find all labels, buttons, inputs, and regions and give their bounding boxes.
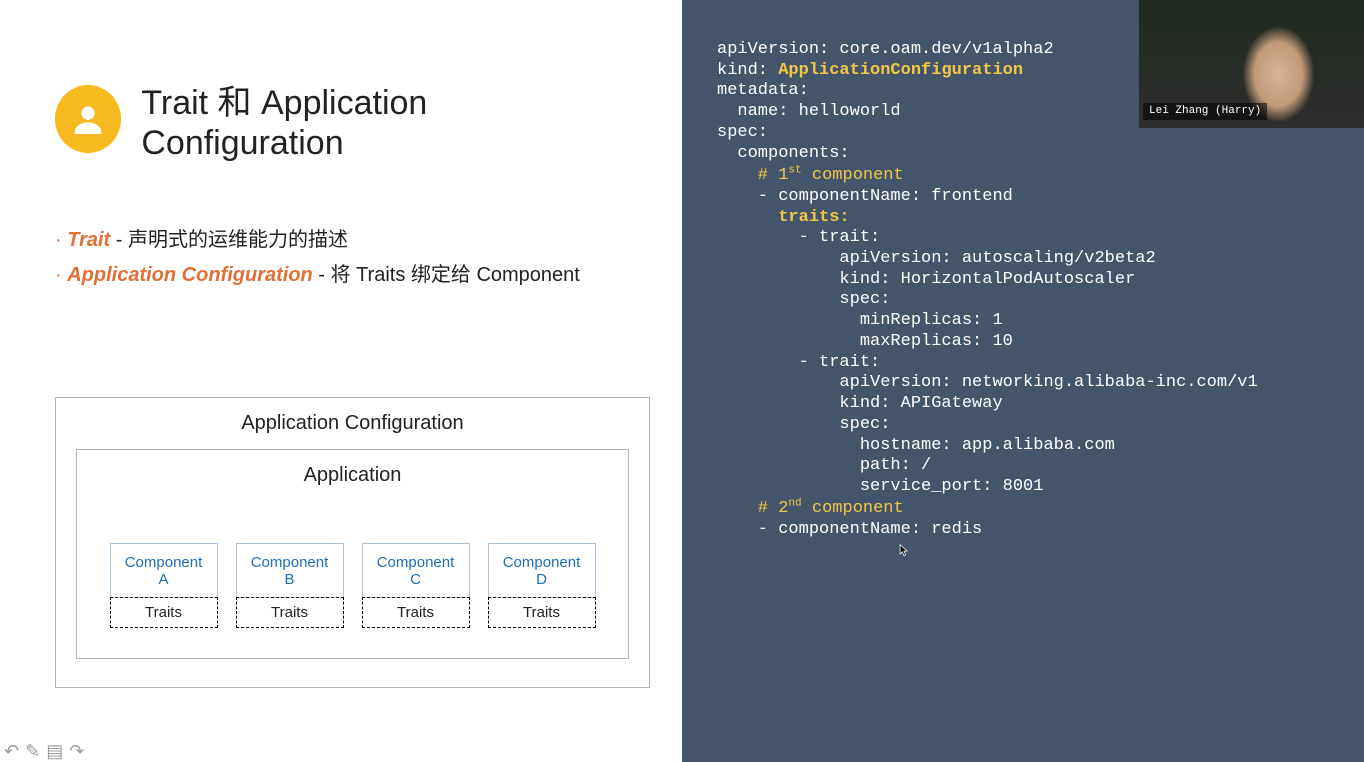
traits-label: Traits <box>362 597 470 628</box>
yaml-line: apiVersion: core.oam.dev/v1alpha2 <box>717 40 1054 59</box>
yaml-panel: apiVersion: core.oam.dev/v1alpha2 kind: … <box>682 0 1364 762</box>
traits-label: Traits <box>236 597 344 628</box>
bullet-item: · Application Configuration - 将 Traits 绑… <box>55 258 627 287</box>
yaml-line: - trait: <box>717 353 880 372</box>
diagram-outer-title: Application Configuration <box>76 412 629 435</box>
user-icon <box>55 85 121 153</box>
yaml-line: spec: <box>717 290 890 309</box>
yaml-line: spec: <box>717 415 890 434</box>
bullet-desc: 将 Traits 绑定给 Component <box>331 264 580 286</box>
diagram-app-title: Application <box>95 464 610 487</box>
yaml-line: name: helloworld <box>717 102 901 121</box>
yaml-line: - componentName: redis <box>717 520 982 539</box>
bullet-term: Trait <box>67 229 110 251</box>
yaml-kind: ApplicationConfiguration <box>778 61 1023 80</box>
component-label: ComponentD <box>488 543 596 598</box>
diagram-appconfig: Application Configuration Application Co… <box>55 397 650 688</box>
component-d: ComponentD Traits <box>488 543 596 628</box>
yaml-line: apiVersion: networking.alibaba-inc.com/v… <box>717 373 1258 392</box>
yaml-line: kind: <box>717 61 778 80</box>
yaml-comment: # 2nd component <box>717 499 904 518</box>
yaml-line: - trait: <box>717 228 880 247</box>
bullet-text: - <box>110 229 128 251</box>
component-label: ComponentC <box>362 543 470 598</box>
undo-icon[interactable]: ↶ <box>4 741 19 762</box>
yaml-line: hostname: app.alibaba.com <box>717 436 1115 455</box>
yaml-line: - componentName: frontend <box>717 187 1013 206</box>
yaml-line: components: <box>717 144 850 163</box>
components-row: ComponentA Traits ComponentB Traits Comp… <box>95 543 610 628</box>
component-label: ComponentB <box>236 543 344 598</box>
yaml-line: spec: <box>717 123 768 142</box>
bullet-term: Application Configuration <box>67 264 313 286</box>
bullet-text: - <box>313 264 331 286</box>
editor-toolbar: ↶ ✎ ▤ ↷ <box>0 741 88 762</box>
slide-title: Trait 和 Application Configuration <box>141 75 627 163</box>
yaml-line: apiVersion: autoscaling/v2beta2 <box>717 249 1156 268</box>
traits-label: Traits <box>110 597 218 628</box>
bullet-list: · Trait - 声明式的运维能力的描述 · Application Conf… <box>55 223 627 287</box>
edit-icon[interactable]: ✎ <box>25 741 40 762</box>
presenter-webcam: Lei Zhang (Harry) <box>1139 0 1364 128</box>
yaml-line: minReplicas: 1 <box>717 311 1003 330</box>
component-c: ComponentC Traits <box>362 543 470 628</box>
redo-icon[interactable]: ↷ <box>69 741 84 762</box>
mouse-cursor-icon <box>899 544 909 558</box>
yaml-line: maxReplicas: 10 <box>717 332 1013 351</box>
yaml-traits: traits: <box>717 208 850 227</box>
component-b: ComponentB Traits <box>236 543 344 628</box>
bullet-dot-icon: · <box>55 264 67 286</box>
yaml-line: path: / <box>717 456 931 475</box>
yaml-line: kind: HorizontalPodAutoscaler <box>717 270 1135 289</box>
bullet-item: · Trait - 声明式的运维能力的描述 <box>55 223 627 252</box>
component-label: ComponentA <box>110 543 218 598</box>
component-a: ComponentA Traits <box>110 543 218 628</box>
yaml-line: kind: APIGateway <box>717 394 1003 413</box>
yaml-line: service_port: 8001 <box>717 477 1043 496</box>
presenter-name: Lei Zhang (Harry) <box>1143 103 1267 120</box>
yaml-comment: # 1st component <box>717 166 904 185</box>
slide-left: Trait 和 Application Configuration · Trai… <box>0 0 682 762</box>
bullet-desc: 声明式的运维能力的描述 <box>128 229 348 251</box>
yaml-line: metadata: <box>717 81 809 100</box>
title-row: Trait 和 Application Configuration <box>55 75 627 163</box>
traits-label: Traits <box>488 597 596 628</box>
diagram-app-box: Application ComponentA Traits ComponentB… <box>76 449 629 659</box>
notes-icon[interactable]: ▤ <box>46 741 63 762</box>
bullet-dot-icon: · <box>55 229 67 251</box>
